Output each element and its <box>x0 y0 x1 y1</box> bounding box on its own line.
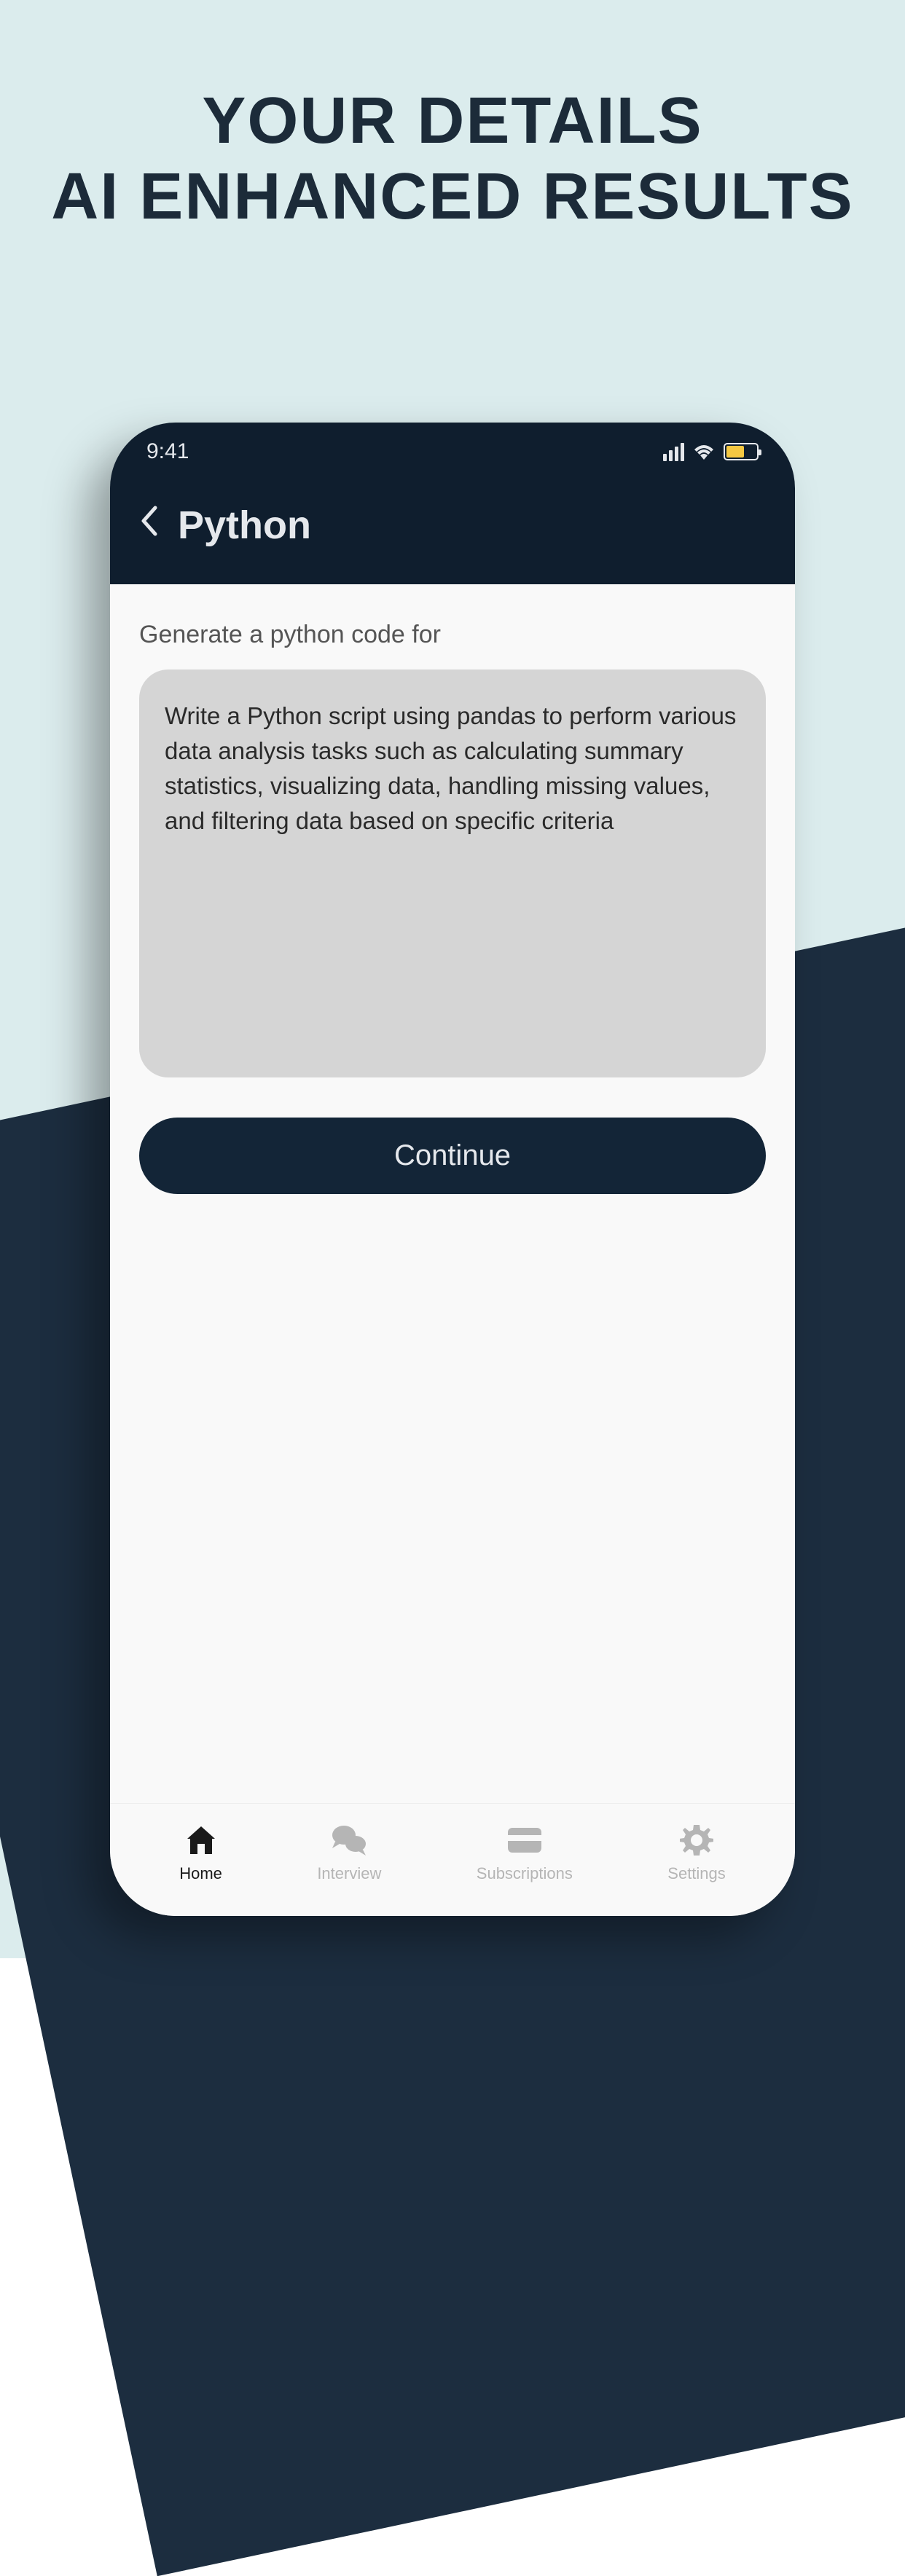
battery-icon <box>724 443 759 460</box>
promo-headline: YOUR DETAILS AI ENHANCED RESULTS <box>0 0 905 235</box>
bottom-navigation: Home Interview <box>110 1803 795 1916</box>
nav-item-label: Subscriptions <box>477 1864 573 1883</box>
promo-line-1: YOUR DETAILS <box>0 84 905 160</box>
status-bar: 9:41 <box>110 423 795 481</box>
battery-fill <box>726 446 744 458</box>
phone-mockup: 9:41 <box>110 423 795 1916</box>
nav-item-label: Interview <box>317 1864 381 1883</box>
phone-screen: 9:41 <box>110 423 795 1916</box>
nav-item-label: Settings <box>667 1864 726 1883</box>
form-label: Generate a python code for <box>139 621 766 649</box>
back-button[interactable] <box>139 505 160 546</box>
nav-item-subscriptions[interactable]: Subscriptions <box>477 1822 573 1883</box>
content-area: Generate a python code for Continue <box>110 584 795 1916</box>
nav-item-label: Home <box>179 1864 222 1883</box>
status-indicators <box>663 443 759 461</box>
phone-frame: 9:41 <box>110 423 795 1916</box>
nav-item-interview[interactable]: Interview <box>317 1822 381 1883</box>
promo-line-2: AI ENHANCED RESULTS <box>0 160 905 235</box>
continue-button[interactable]: Continue <box>139 1118 766 1194</box>
chat-icon <box>331 1822 367 1858</box>
cellular-signal-icon <box>663 443 684 461</box>
wifi-icon <box>693 444 715 460</box>
home-icon <box>183 1822 219 1858</box>
page-title: Python <box>178 503 311 548</box>
nav-item-settings[interactable]: Settings <box>667 1822 726 1883</box>
nav-item-home[interactable]: Home <box>179 1822 222 1883</box>
card-icon <box>506 1822 543 1858</box>
status-time: 9:41 <box>146 439 189 464</box>
prompt-input[interactable] <box>139 669 766 1077</box>
gear-icon <box>678 1822 715 1858</box>
navigation-header: Python <box>110 481 795 584</box>
